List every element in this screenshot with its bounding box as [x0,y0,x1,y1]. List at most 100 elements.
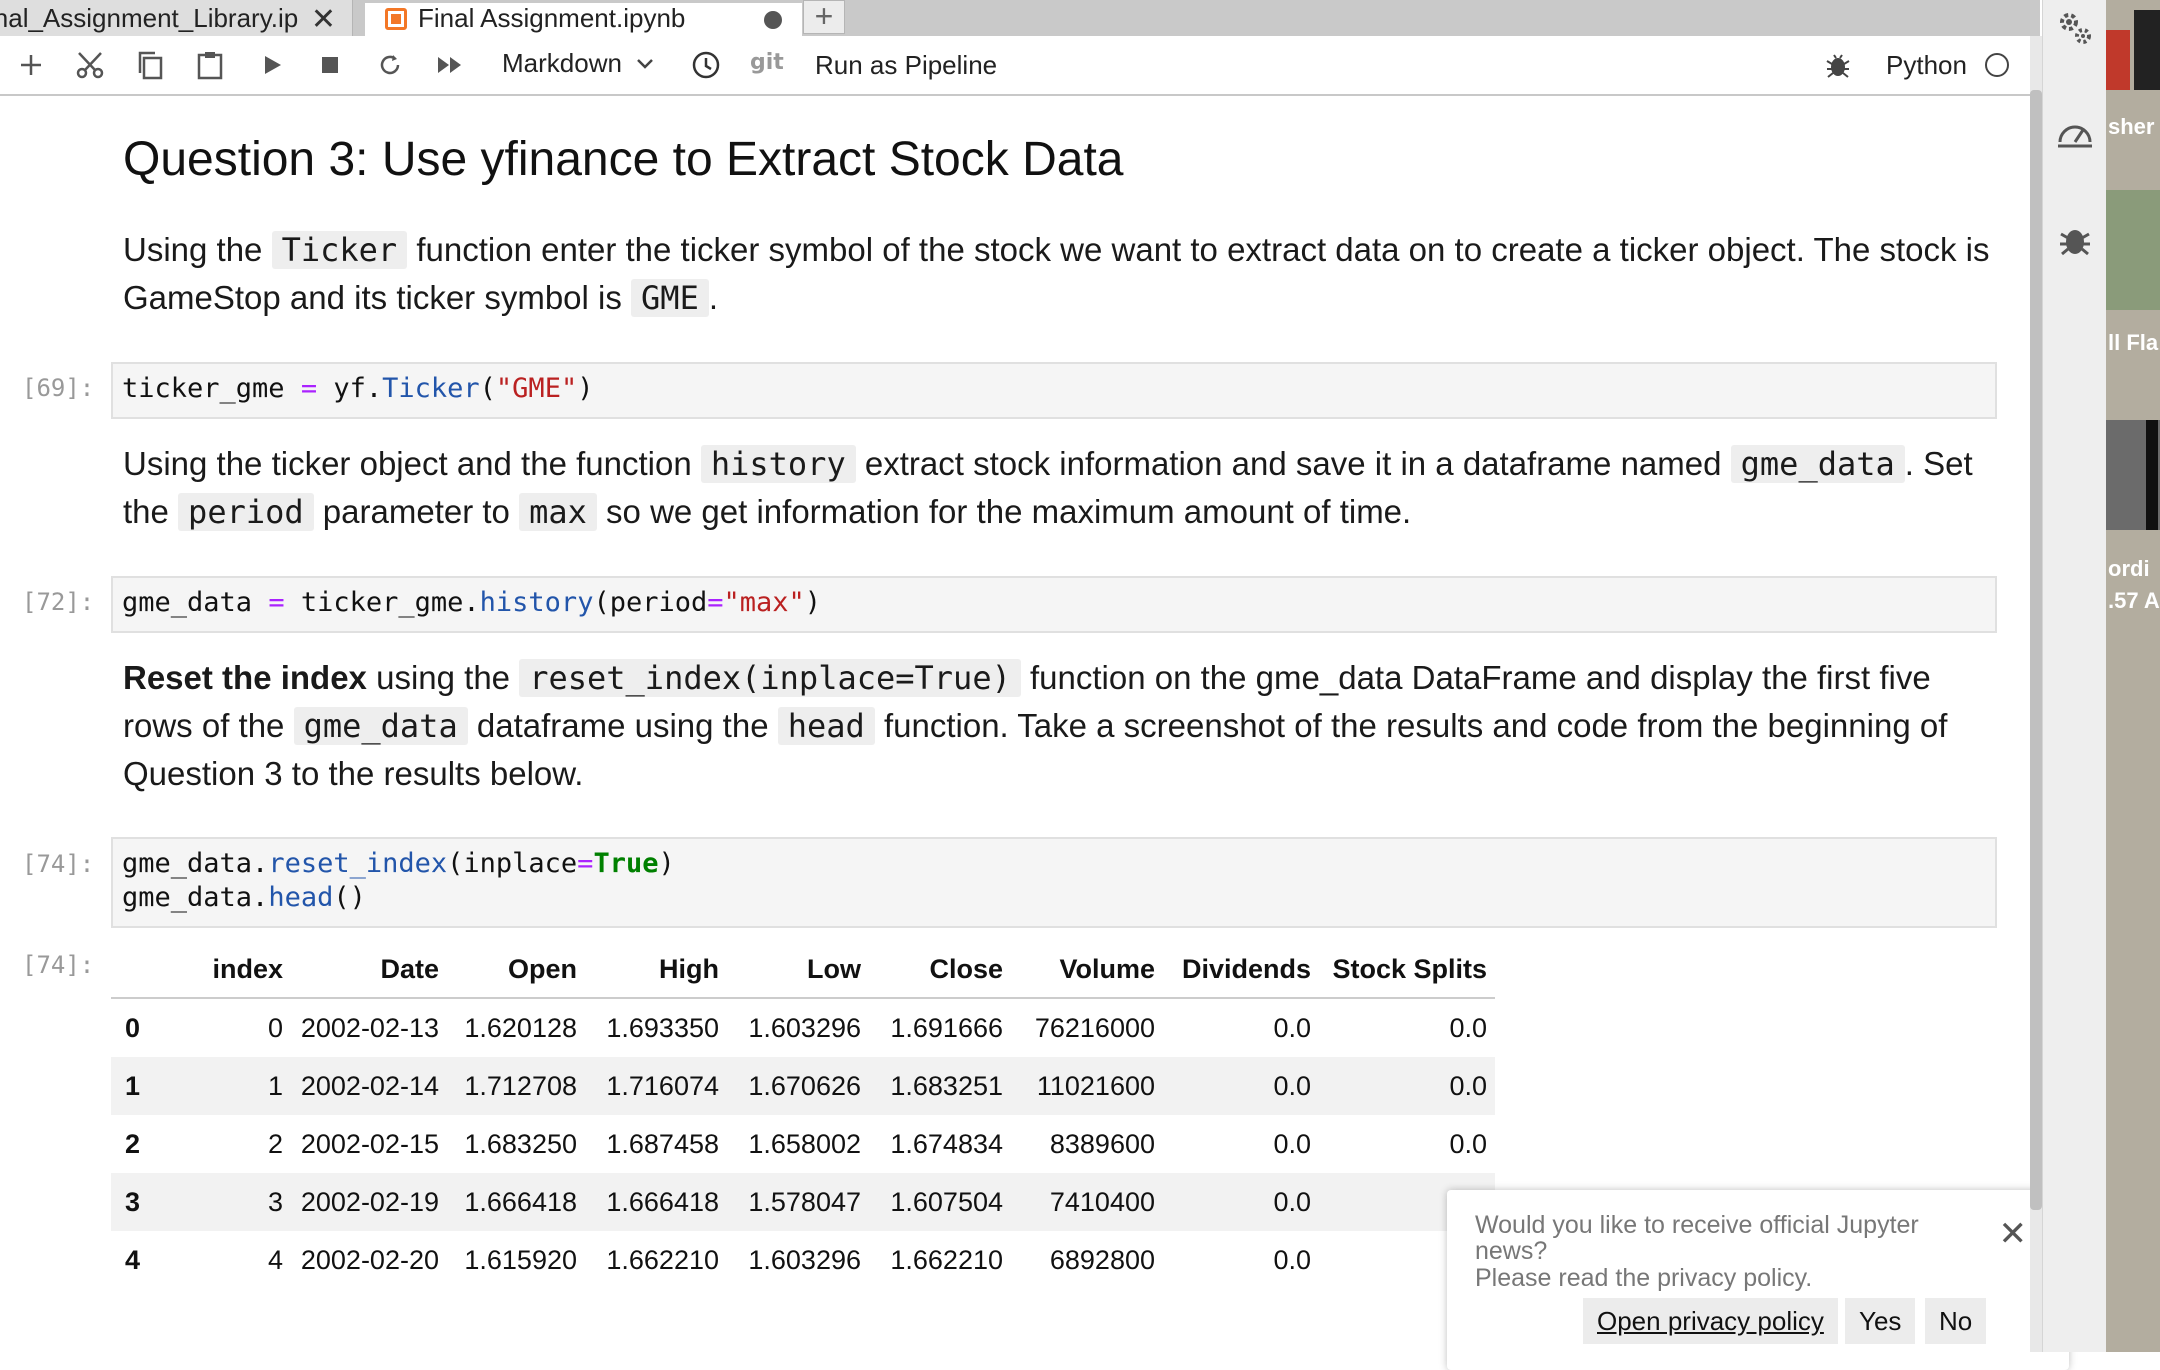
table-cell: 0.0 [1273,1012,1311,1043]
table-cell: 1.666418 [585,1173,727,1231]
chevron-down-icon [637,58,653,69]
table-cell: 1.712708 [447,1057,585,1115]
desktop-label: .57 A [2108,588,2160,613]
code-token: ) [577,373,594,404]
debugger-bug-icon[interactable] [2055,220,2095,260]
table-row: 0 0 2002-02-13 1.620128 1.693350 1.603296 1.69… [111,998,1495,1057]
plus-icon [21,55,41,75]
code-cell-reset-head[interactable]: gme_data.reset_index(inplace=True) gme_d… [111,837,1997,928]
close-icon[interactable]: ✕ [1999,1214,2028,1254]
new-tab-button[interactable]: + [803,0,845,34]
bug-icon [1826,54,1850,78]
code-token: gme_data [122,587,269,618]
add-cell-button[interactable] [14,36,48,94]
copy-button[interactable] [132,36,168,94]
run-button[interactable] [254,36,290,94]
yes-button[interactable]: Yes [1845,1298,1916,1344]
notification-message: Would you like to receive official Jupyt… [1475,1211,1919,1265]
md-text: parameter to [313,493,520,530]
desktop-decoration [2146,420,2158,530]
row-index-label: 0 [125,1012,141,1043]
refresh-icon [380,55,400,75]
code-token: ticker_gme [122,373,301,404]
table-cell: 2002-02-19 [291,1173,447,1231]
code-token: gme_data. [122,848,269,879]
md-text: extract stock information and save it in… [855,445,1731,482]
table-header: Open [447,941,585,999]
inline-code: history [700,445,856,483]
table-cell: 1.607504 [869,1173,1011,1231]
table-cell: 0.0 [1273,1244,1311,1275]
interrupt-button[interactable] [312,36,348,94]
code-token: "GME" [495,373,578,404]
output-prompt: [74]: [22,951,95,979]
table-cell: 1 [175,1057,291,1115]
desktop-thumbnail [2106,190,2160,310]
code-token: = [707,587,724,618]
cell-prompt: [74]: [22,850,95,878]
row-index-label: 4 [125,1244,141,1275]
markdown-cell-ticker[interactable]: Using the Ticker function enter the tick… [123,226,2003,322]
table-cell: 1.670626 [727,1057,869,1115]
table-header: Volume [1011,941,1163,999]
table-cell: 1.662210 [890,1244,1003,1275]
cell-type-dropdown[interactable]: Markdown [502,48,654,79]
inline-code: gme_data [293,707,468,745]
tab-final-assignment[interactable]: Final Assignment.ipynb [365,0,802,36]
desktop-label: ordi [2108,556,2150,581]
run-as-pipeline-button[interactable]: Run as Pipeline [815,50,997,81]
git-button[interactable]: git [750,50,784,75]
code-token: Ticker [382,373,480,404]
markdown-cell-history[interactable]: Using the ticker object and the function… [123,440,2003,536]
clock-icon [692,51,720,79]
close-icon[interactable]: ✕ [311,2,336,37]
kernel-idle-icon [1985,53,2009,77]
code-token: "max" [723,587,805,618]
dashboard-gauge-icon[interactable] [2055,114,2095,154]
md-bold: Reset the index [123,659,367,696]
scissors-icon [76,52,104,79]
open-privacy-policy-button[interactable]: Open privacy policy [1583,1298,1838,1344]
tab-library-notebook[interactable]: inal_Assignment_Library.ip ✕ [0,0,353,36]
kernel-name[interactable]: Python [1886,50,1967,81]
code-token: (period [593,587,708,618]
table-cell: 1.620128 [464,1012,577,1043]
table-cell: 1.666418 [447,1173,585,1231]
paste-button[interactable] [192,36,228,94]
tab-label: inal_Assignment_Library.ip [0,2,299,33]
table-header: Stock Splits [1319,941,1495,999]
run-all-button[interactable] [432,36,468,94]
code-cell-ticker[interactable]: ticker_gme = yf.Ticker("GME") [111,362,1997,419]
table-cell: 1.603296 [748,1012,861,1043]
unsaved-indicator-icon[interactable] [764,11,782,29]
tab-bar: inal_Assignment_Library.ip ✕ Final Assig… [0,0,2040,36]
question-heading: Question 3: Use yfinance to Extract Stoc… [123,133,1124,186]
table-cell: 1.716074 [585,1057,727,1115]
desktop-background: sher ll Fla ordi .57 A [2106,0,2160,1352]
no-button[interactable]: No [1925,1298,1987,1344]
scrollbar-thumb[interactable] [2030,90,2042,1210]
code-cell-history[interactable]: gme_data = ticker_gme.history(period="ma… [111,576,1997,633]
markdown-cell-reset-index[interactable]: Reset the index using the reset_index(in… [123,654,2003,798]
table-header: Close [869,941,1011,999]
table-cell: 1.603296 [748,1244,861,1275]
table-cell: 1.615920 [464,1244,577,1275]
code-token: gme_data. [122,882,269,913]
history-button[interactable] [688,36,724,94]
restart-button[interactable] [372,36,408,94]
table-row: 2 2 2002-02-15 1.683250 1.687458 1.658002 1.67… [111,1115,1495,1173]
debugger-button[interactable] [1820,36,1856,94]
table-header: Dividends [1163,941,1319,999]
table-cell: 0 [267,1012,283,1043]
table-cell: 0.0 [1163,1173,1319,1231]
table-header [111,941,175,999]
table-cell: 1.693350 [606,1012,719,1043]
code-token: history [479,587,594,618]
property-inspector-gears-icon[interactable] [2055,8,2095,48]
code-token: ) [804,587,822,618]
code-token: () [333,882,366,913]
tab-label: Final Assignment.ipynb [418,3,686,33]
inline-code: head [777,707,875,745]
inline-code: GME [631,279,709,317]
cut-button[interactable] [72,36,108,94]
